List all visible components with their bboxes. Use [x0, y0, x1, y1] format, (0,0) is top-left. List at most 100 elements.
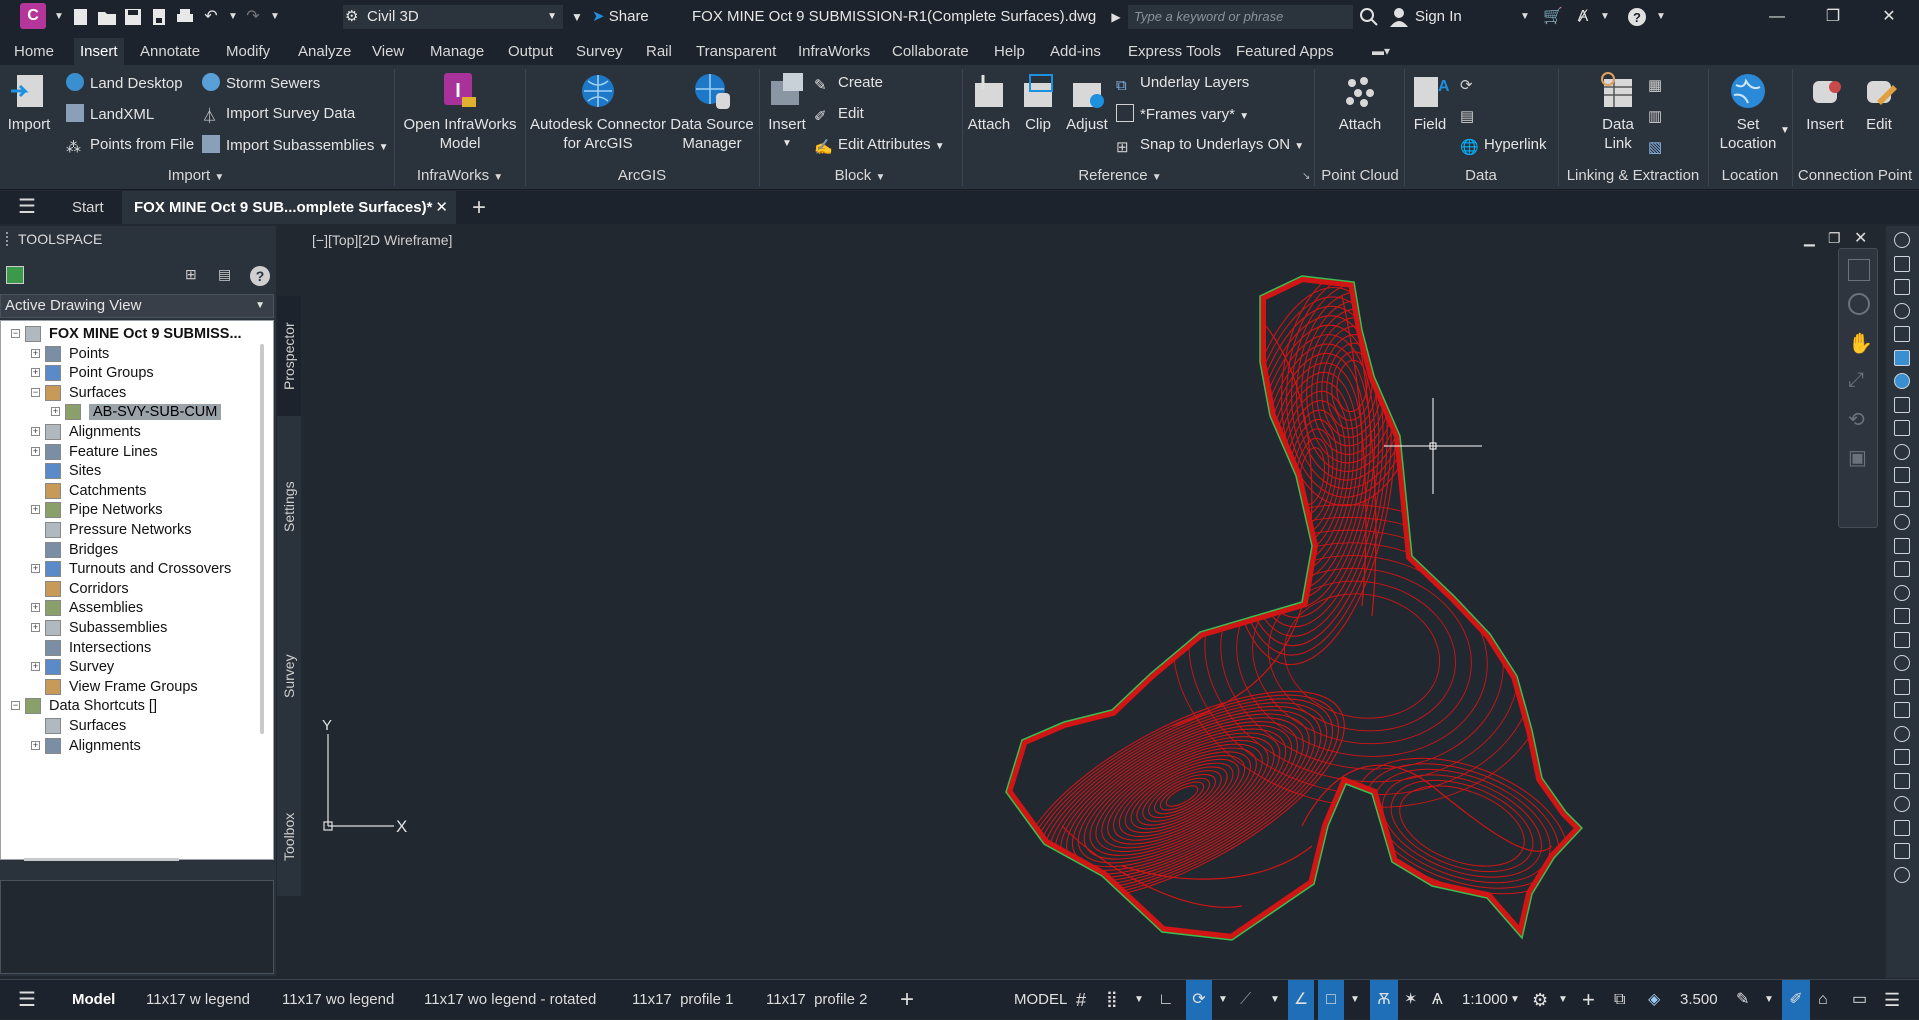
snap-mode-icon[interactable]: ⣿	[1106, 980, 1118, 1020]
expand-icon[interactable]: +	[31, 505, 40, 515]
tab-analyze[interactable]: Analyze	[292, 38, 357, 65]
edit-connection-point-button[interactable]: Edit	[1854, 71, 1904, 134]
showmotion-icon[interactable]: ▣	[1848, 445, 1867, 470]
help-icon[interactable]: ?	[250, 266, 270, 286]
panel-title-import[interactable]: Import ▼	[0, 166, 392, 188]
tab-manage[interactable]: Manage	[424, 38, 490, 65]
layout-tab-11x17-profile-1[interactable]: 11x17 profile 1	[632, 980, 733, 1020]
redo-dropdown-icon[interactable]: ▼	[264, 6, 286, 28]
workspace-dropdown-icon[interactable]: ▼	[1558, 980, 1568, 1020]
auto-scale-icon[interactable]: ✶	[1404, 980, 1417, 1020]
frames-vary-dropdown[interactable]: *Frames vary* ▼	[1116, 104, 1249, 127]
new-file-icon[interactable]	[70, 6, 92, 28]
palette-tool-icon[interactable]	[1894, 255, 1910, 272]
hyperlink-button[interactable]: 🌐 Hyperlink	[1460, 135, 1547, 156]
overflow-arrow-icon[interactable]: ▶	[1105, 6, 1127, 28]
expand-icon[interactable]: +	[31, 623, 40, 632]
palette-tool-icon[interactable]	[1894, 420, 1910, 436]
palette-tool-icon[interactable]	[1894, 608, 1910, 624]
update-fields-button[interactable]: ⟳	[1460, 73, 1484, 94]
clip-button[interactable]: Clip	[1014, 71, 1062, 134]
model-space-toggle[interactable]: MODEL	[1014, 980, 1067, 1020]
view-select-dropdown[interactable]: Active Drawing View ▼	[0, 294, 274, 318]
orbit-icon[interactable]: ⟲	[1848, 407, 1865, 432]
insert-block-button[interactable]: Insert ▼	[762, 71, 812, 153]
customize-menu-icon[interactable]: ☰	[1884, 980, 1900, 1020]
layer-icon[interactable]: ◈	[1648, 980, 1660, 1020]
dialog-launcher-icon[interactable]: ↘	[1302, 171, 1310, 182]
panel-title-infraworks[interactable]: InfraWorks ▼	[396, 166, 524, 188]
palette-tool-icon[interactable]	[1894, 866, 1910, 883]
expand-icon[interactable]: +	[31, 662, 40, 672]
open-infraworks-model-button[interactable]: I Open InfraWorks Model	[400, 71, 520, 153]
palette-tool-icon[interactable]	[1894, 631, 1910, 648]
expand-icon[interactable]: +	[31, 348, 40, 358]
upload-link-button[interactable]: ▥	[1648, 104, 1672, 125]
layout-tab-11x17-profile-2[interactable]: 11x17 profile 2	[766, 980, 867, 1020]
palette-tool-icon[interactable]	[1894, 655, 1910, 671]
annotation-scale-icon[interactable]: Ѧ	[1432, 980, 1443, 1020]
close-icon[interactable]: ✕	[1878, 6, 1900, 28]
create-block-button[interactable]: ✎ Create	[814, 73, 883, 94]
adjust-button[interactable]: Adjust	[1062, 71, 1112, 134]
tab-express-tools[interactable]: Express Tools	[1122, 38, 1227, 65]
palette-tool-icon[interactable]	[1894, 819, 1910, 836]
tree-vertical-scrollbar[interactable]	[260, 344, 264, 734]
user-icon[interactable]	[1388, 6, 1410, 28]
underlay-layers-button[interactable]: ⧉ Underlay Layers	[1116, 73, 1249, 94]
snap-to-underlays-dropdown[interactable]: ⊞ Snap to Underlays ON ▼	[1116, 135, 1304, 157]
drawing-viewport[interactable]: [−][Top][2D Wireframe] ▁ ❐ ✕ Y X ✋ ⤢ ⟲ ▣	[302, 226, 1884, 978]
snap-dropdown-icon[interactable]: ▼	[1134, 980, 1144, 1020]
cart-icon[interactable]: 🛒	[1542, 6, 1564, 28]
undo-icon[interactable]: ↶	[200, 6, 222, 28]
expand-icon[interactable]: +	[31, 740, 40, 750]
osnap-dropdown-icon[interactable]: ▼	[1350, 980, 1360, 1020]
plot-icon[interactable]	[174, 6, 196, 28]
tree-horizontal-scrollbar[interactable]	[24, 858, 179, 861]
storm-sewers-button[interactable]: Storm Sewers	[202, 73, 320, 94]
scale-dropdown-icon[interactable]: ▼	[1510, 980, 1520, 1020]
palette-tool-icon[interactable]	[1894, 349, 1910, 366]
close-tab-icon[interactable]: ✕	[435, 191, 448, 224]
polar-dropdown-icon[interactable]: ▼	[1218, 980, 1228, 1020]
hamburger-menu-icon[interactable]: ☰	[18, 191, 36, 224]
start-tab[interactable]: Start	[72, 191, 104, 224]
extract-data-button[interactable]: ▦	[1648, 73, 1672, 94]
grid-icon[interactable]: #	[1076, 980, 1086, 1020]
clean-screen-icon[interactable]: ⌂	[1818, 980, 1828, 1020]
palette-tool-icon[interactable]	[1894, 326, 1910, 342]
palette-tool-icon[interactable]	[1894, 232, 1910, 248]
palette-tool-icon[interactable]	[1894, 467, 1910, 483]
tab-help[interactable]: Help	[988, 38, 1031, 65]
tab-collaborate[interactable]: Collaborate	[886, 38, 975, 65]
tab-output[interactable]: Output	[502, 38, 559, 65]
palette-tool-icon[interactable]	[1894, 772, 1910, 789]
share-button[interactable]: ➤ Share	[592, 6, 649, 28]
panel-title-block[interactable]: Block ▼	[760, 166, 960, 188]
viewcube-icon[interactable]	[1848, 259, 1870, 281]
palette-tool-icon[interactable]	[1894, 396, 1910, 413]
expand-icon[interactable]: +	[31, 427, 40, 436]
palette-tool-icon[interactable]	[1894, 443, 1910, 460]
isodraft-icon[interactable]: ⟋	[1240, 980, 1251, 1020]
ortho-icon[interactable]: ∟	[1158, 980, 1174, 1020]
pan-hand-icon[interactable]: ✋	[1848, 331, 1873, 356]
layout-tab-11x17-wo-legend-rotated[interactable]: 11x17 wo legend - rotated	[424, 980, 596, 1020]
tab-insert[interactable]: Insert	[74, 38, 124, 65]
search-input[interactable]: Type a keyword or phrase	[1128, 5, 1353, 29]
tab-add-ins[interactable]: Add-ins	[1044, 38, 1107, 65]
ole-object-button[interactable]: ▤	[1460, 104, 1484, 125]
edit-block-button[interactable]: ✐ Edit	[814, 104, 864, 125]
tab-rail[interactable]: Rail	[640, 38, 678, 65]
tab-annotate[interactable]: Annotate	[134, 38, 206, 65]
expand-icon[interactable]: +	[31, 564, 40, 574]
tab-prospector[interactable]: Prospector	[277, 296, 301, 416]
tab-modify[interactable]: Modify	[220, 38, 276, 65]
data-source-manager-button[interactable]: Data Source Manager	[668, 71, 756, 153]
location-dropdown-icon[interactable]: ▼	[1780, 125, 1790, 136]
isolate-objects-icon[interactable]: ✎	[1736, 980, 1749, 1020]
import-survey-data-button[interactable]: ⏃ Import Survey Data	[202, 104, 355, 125]
status-value[interactable]: 3.500	[1680, 980, 1718, 1020]
tab-transparent[interactable]: Transparent	[690, 38, 782, 65]
palette-tool-icon[interactable]	[1894, 843, 1910, 859]
